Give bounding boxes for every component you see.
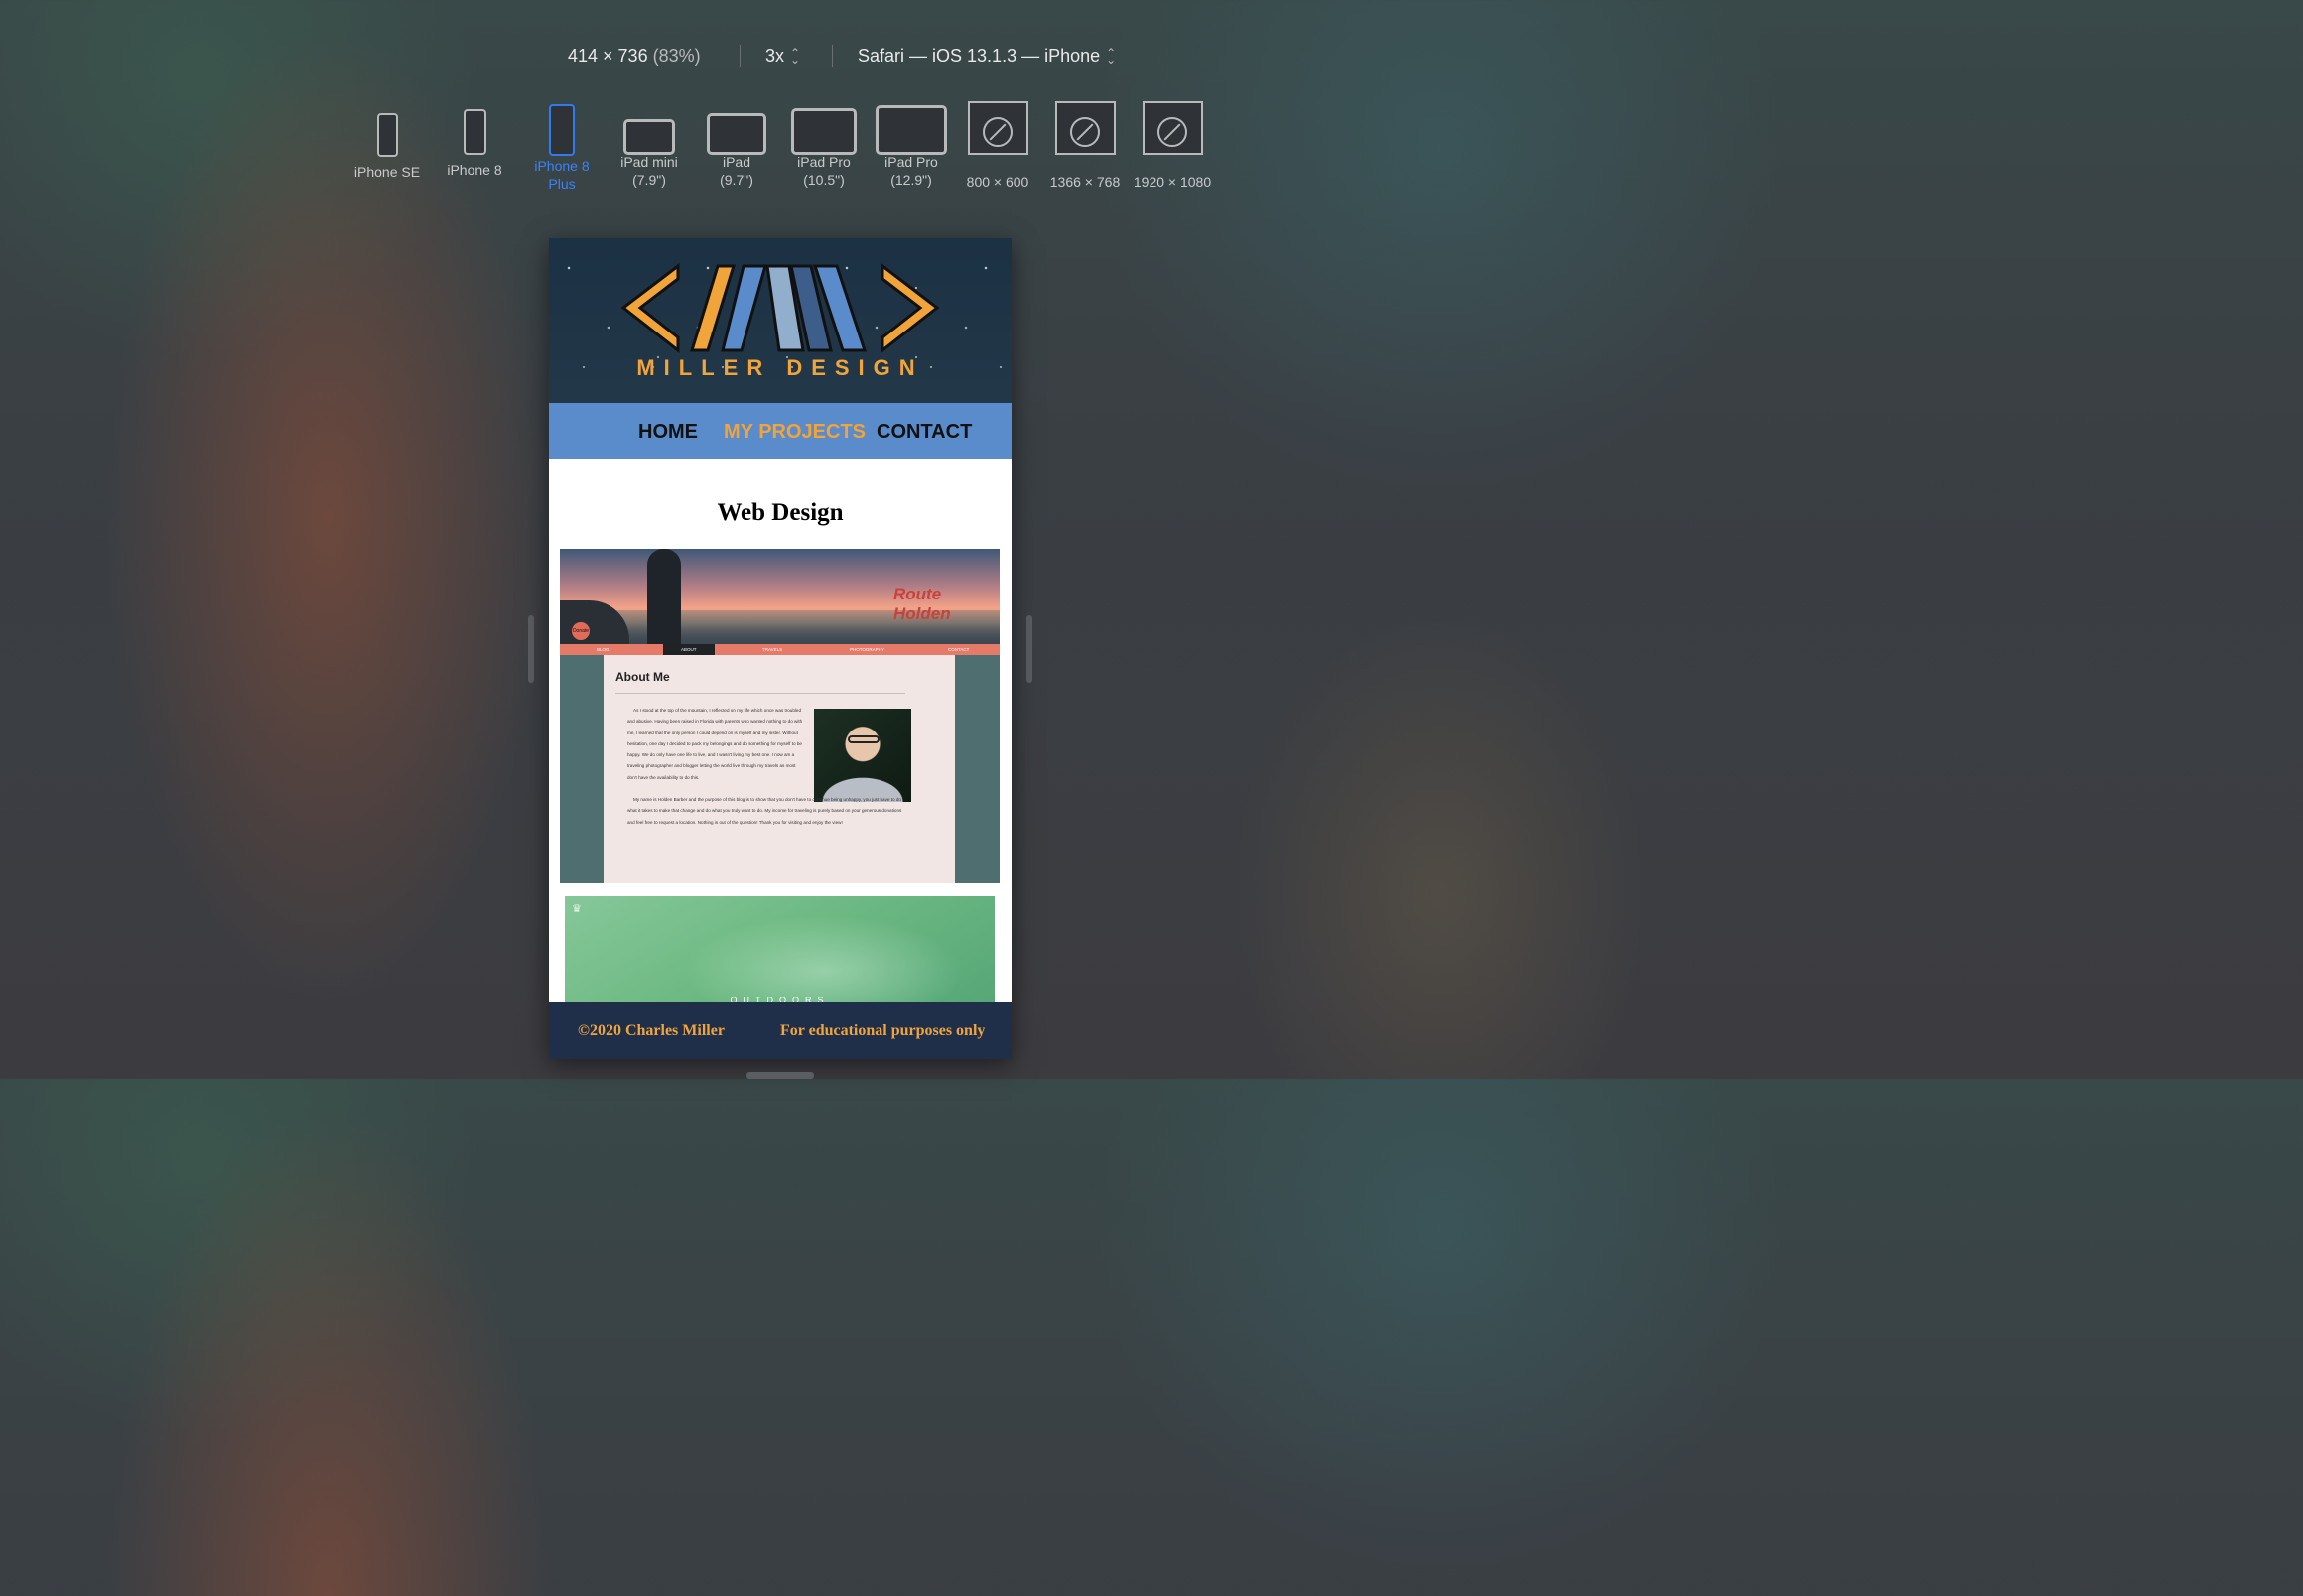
tablet-icon — [707, 113, 766, 155]
phone-icon — [376, 113, 398, 157]
zoom-text: (83%) — [652, 46, 701, 66]
subnav-about: ABOUT — [663, 644, 715, 655]
project-brand: Route Holden — [893, 585, 951, 623]
project-subnav: BLOG ABOUT TRAVELS PHOTOGRAPHY CONTACT — [560, 644, 1000, 655]
project-screenshot-route-holden[interactable]: Route Holden Donate BLOG ABOUT TRAVELS P… — [560, 549, 1000, 883]
device-ipad-mini[interactable]: iPad mini (7.9") — [605, 99, 694, 189]
dimensions-text: 414 × 736 — [568, 46, 648, 66]
device-iphone-8-plus[interactable]: iPhone 8 Plus — [517, 99, 607, 193]
device-ipad[interactable]: iPad (9.7") — [692, 99, 781, 189]
safari-window-icon — [967, 101, 1028, 155]
device-label: iPad mini (7.9") — [620, 154, 678, 188]
tablet-icon — [791, 108, 857, 155]
compass-icon — [1070, 117, 1100, 147]
about-paragraph-1: As I stood at the top of the mountain, I… — [627, 708, 803, 780]
nav-my-projects[interactable]: MY PROJECTS — [724, 403, 866, 459]
resize-handle-right[interactable] — [1026, 615, 1032, 683]
person-silhouette — [647, 549, 681, 644]
logo-wordmark: MILLER DESIGN — [636, 355, 924, 380]
section-title: Web Design — [717, 499, 844, 526]
compass-icon — [1157, 117, 1187, 147]
divider — [832, 45, 833, 66]
site-header-banner: MILLER DESIGN — [549, 238, 1012, 403]
compass-icon — [983, 117, 1013, 147]
mist-overlay — [565, 896, 995, 1003]
user-agent-value: Safari — iOS 13.1.3 — iPhone — [858, 46, 1101, 66]
glasses — [848, 735, 880, 743]
device-label: iPhone SE — [353, 164, 421, 180]
resize-handle-bottom[interactable] — [746, 1072, 814, 1079]
scale-select[interactable]: 3x ⌃ ⌄ — [765, 42, 800, 71]
chevron-updown-icon: ⌃ ⌄ — [1106, 46, 1117, 67]
device-label: 800 × 600 — [966, 174, 1029, 190]
subnav-blog: BLOG — [597, 647, 610, 652]
device-1366x768[interactable]: 1366 × 768 — [1040, 99, 1130, 191]
viewport-dimensions: 414 × 736 (83%) — [568, 42, 701, 71]
subnav-contact: CONTACT — [948, 647, 970, 652]
crown-logo-icon: ♛ — [572, 903, 582, 915]
device-ipad-pro-12-9[interactable]: iPad Pro (12.9") — [867, 99, 956, 189]
resize-handle-left[interactable] — [528, 615, 534, 683]
donate-button: Donate — [572, 622, 590, 640]
device-label: iPad Pro (12.9") — [884, 154, 938, 188]
divider — [740, 45, 741, 66]
nav-home[interactable]: HOME — [638, 403, 698, 459]
nav-contact[interactable]: CONTACT — [877, 403, 972, 459]
divider — [615, 693, 905, 694]
chevron-updown-icon: ⌃ ⌄ — [790, 46, 801, 67]
about-paragraph-2: My name is Holden Barber and the purpose… — [627, 797, 902, 825]
phone-icon — [463, 109, 486, 155]
tablet-icon — [623, 119, 675, 155]
phone-icon — [549, 104, 575, 156]
device-800x600[interactable]: 800 × 600 — [953, 99, 1042, 191]
footer-disclaimer: For educational purposes only — [780, 1022, 986, 1039]
subnav-photography: PHOTOGRAPHY — [850, 647, 884, 652]
device-label: iPad (9.7") — [720, 154, 753, 188]
about-panel: About Me As I stood at the top of the mo… — [604, 655, 955, 883]
about-heading: About Me — [615, 670, 670, 684]
site-nav: HOME MY PROJECTS CONTACT — [549, 403, 1012, 459]
hill-silhouette — [560, 600, 629, 644]
safari-window-icon — [1142, 101, 1203, 155]
project-screenshot-outdoors[interactable]: ♛ OUTDOORS — [565, 896, 995, 1003]
device-label: iPad Pro (10.5") — [797, 154, 851, 188]
device-viewport: MILLER DESIGN HOME MY PROJECTS CONTACT W… — [549, 238, 1012, 1059]
sunset-photo: Route Holden Donate — [560, 549, 1000, 644]
device-iphone-8[interactable]: iPhone 8 — [430, 99, 519, 179]
responsive-toolbar: 414 × 736 (83%) 3x ⌃ ⌄ Safari — iOS 13.1.3… — [0, 42, 1557, 71]
subnav-travels: TRAVELS — [762, 647, 783, 652]
device-label: iPhone 8 Plus — [534, 158, 590, 192]
device-ipad-pro-10-5[interactable]: iPad Pro (10.5") — [779, 99, 869, 189]
device-label: 1920 × 1080 — [1133, 174, 1212, 190]
device-iphone-se[interactable]: iPhone SE — [342, 99, 432, 181]
device-label: iPhone 8 — [447, 162, 502, 178]
site-footer: ©2020 Charles Miller For educational pur… — [549, 1002, 1012, 1059]
device-1920x1080[interactable]: 1920 × 1080 — [1128, 99, 1217, 191]
footer-copyright: ©2020 Charles Miller — [578, 1022, 725, 1039]
scale-value: 3x — [765, 46, 785, 66]
portrait-photo — [814, 709, 911, 802]
safari-window-icon — [1054, 101, 1116, 155]
tablet-icon — [876, 105, 947, 155]
device-label: 1366 × 768 — [1049, 174, 1121, 190]
user-agent-select[interactable]: Safari — iOS 13.1.3 — iPhone ⌃ ⌄ — [858, 42, 1116, 71]
